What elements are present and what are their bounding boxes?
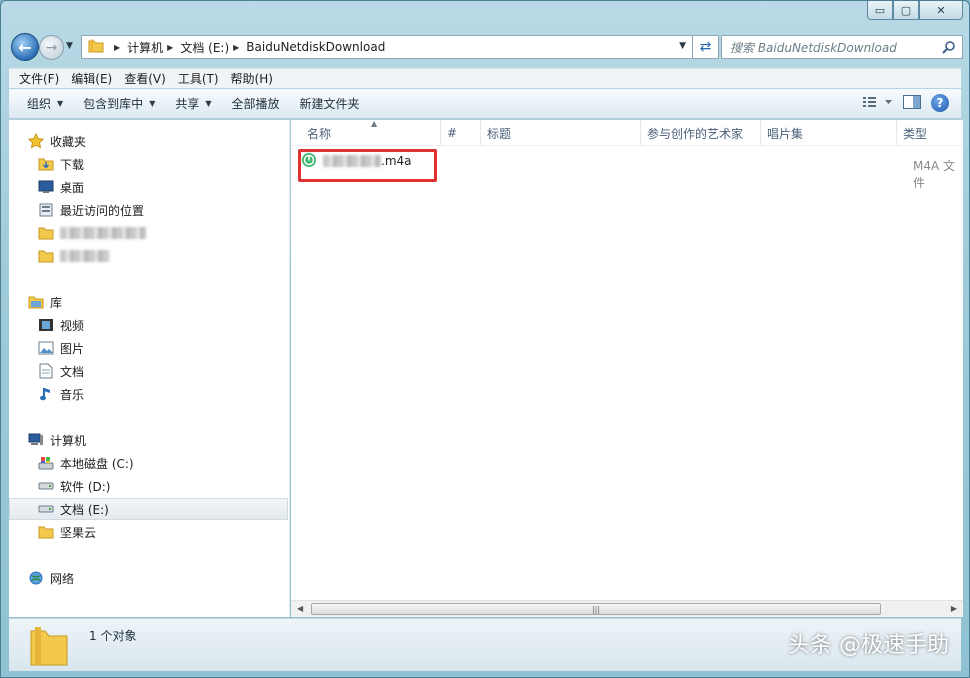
menu-file[interactable]: 文件(F) xyxy=(13,70,65,87)
sidebar-libraries[interactable]: 库 xyxy=(27,291,306,313)
column-name[interactable]: 名称 xyxy=(291,120,441,146)
address-dropdown-icon[interactable]: ▼ xyxy=(679,41,686,51)
file-type-cell: M4A 文件 xyxy=(913,159,956,190)
breadcrumb-item[interactable]: BaiduNetdiskDownload xyxy=(246,40,385,54)
view-options-icon[interactable] xyxy=(863,96,893,111)
include-library-button[interactable]: 包含到库中 ▼ xyxy=(75,95,167,112)
menu-help[interactable]: 帮助(H) xyxy=(225,70,279,87)
breadcrumb-item[interactable]: 计算机 ▶ xyxy=(127,39,180,56)
folder-icon xyxy=(37,524,55,540)
caption-buttons: ▭ ▢ ✕ xyxy=(867,1,963,21)
column-artist[interactable]: 参与创作的艺术家 xyxy=(641,120,761,146)
sidebar-item-videos[interactable]: 视频 xyxy=(37,314,316,336)
chevron-down-icon: ▼ xyxy=(149,99,156,108)
folder-large-icon xyxy=(29,625,69,670)
sidebar-item-drive-c[interactable]: 本地磁盘 (C:) xyxy=(37,452,316,474)
scroll-right-icon[interactable]: ▶ xyxy=(951,604,957,613)
sidebar-favorites[interactable]: 收藏夹 xyxy=(27,130,306,152)
recent-places-icon xyxy=(37,202,55,218)
minimize-button[interactable]: ▭ xyxy=(867,1,893,20)
breadcrumb-item[interactable]: 文档 (E:) ▶ xyxy=(180,39,246,56)
view-controls: ? xyxy=(863,94,949,112)
command-bar: 组织 ▼ 包含到库中 ▼ 共享 ▼ 全部播放 新建文件夹 ? xyxy=(9,89,961,119)
share-button[interactable]: 共享 ▼ xyxy=(167,95,223,112)
music-note-icon xyxy=(37,386,55,402)
sidebar-item-drive-e[interactable]: 文档 (E:) xyxy=(9,498,288,520)
refresh-button[interactable]: ⇄ xyxy=(693,35,719,59)
blurred-label xyxy=(60,250,110,262)
breadcrumb-separator-icon[interactable]: ▶ xyxy=(114,43,120,52)
computer-icon xyxy=(27,432,45,448)
menu-edit[interactable]: 编辑(E) xyxy=(65,70,118,87)
maximize-button[interactable]: ▢ xyxy=(893,1,919,20)
star-icon xyxy=(27,133,45,149)
address-bar[interactable]: ▶ 计算机 ▶ 文档 (E:) ▶ BaiduNetdiskDownload ▼ xyxy=(81,35,693,59)
column-title[interactable]: 标题 xyxy=(481,120,641,146)
blurred-label xyxy=(60,227,146,239)
column-headers: 名称 # 标题 参与创作的艺术家 唱片集 类型 xyxy=(291,120,963,146)
sidebar-item-blurred-folder[interactable] xyxy=(37,245,316,267)
document-icon xyxy=(37,363,55,379)
organize-button[interactable]: 组织 ▼ xyxy=(19,95,75,112)
navigation-pane: 收藏夹 下载 桌面 最近访问的位置 库 视频 图片 文档 音乐 计算机 本地磁盘… xyxy=(9,120,290,617)
sidebar-computer[interactable]: 计算机 xyxy=(27,429,306,451)
menu-tools[interactable]: 工具(T) xyxy=(172,70,225,87)
back-button[interactable]: ← xyxy=(11,33,39,61)
sidebar-item-music[interactable]: 音乐 xyxy=(37,383,316,405)
sidebar-item-jianguoyun[interactable]: 坚果云 xyxy=(37,521,316,543)
horizontal-scrollbar[interactable]: ◀ ||| ▶ xyxy=(291,600,963,617)
column-number[interactable]: # xyxy=(441,120,481,146)
new-folder-button[interactable]: 新建文件夹 xyxy=(292,95,372,112)
download-folder-icon xyxy=(37,156,55,172)
recent-pages-dropdown[interactable]: ▼ xyxy=(66,41,73,51)
network-icon xyxy=(27,570,45,586)
chevron-down-icon: ▼ xyxy=(57,99,64,108)
desktop-icon xyxy=(37,179,55,195)
sidebar-item-desktop[interactable]: 桌面 xyxy=(37,176,316,198)
film-icon xyxy=(37,317,55,333)
sidebar-item-pictures[interactable]: 图片 xyxy=(37,337,316,359)
help-icon[interactable]: ? xyxy=(931,94,949,112)
refresh-icon: ⇄ xyxy=(699,39,712,55)
system-drive-icon xyxy=(37,455,55,471)
search-placeholder: 搜索 BaiduNetdiskDownload xyxy=(730,40,897,55)
preview-pane-icon[interactable] xyxy=(903,94,921,112)
explorer-window: ▭ ▢ ✕ ← → ▼ ▶ 计算机 ▶ 文档 (E:) ▶ BaiduNetdisk… xyxy=(0,0,970,678)
sidebar-item-downloads[interactable]: 下载 xyxy=(37,153,316,175)
item-count: 1 个对象 xyxy=(89,629,137,643)
highlight-annotation xyxy=(298,149,437,182)
chevron-down-icon: ▼ xyxy=(205,99,212,108)
watermark: 头条 @极速手助 xyxy=(788,633,949,658)
forward-button[interactable]: → xyxy=(39,35,64,60)
sort-ascending-icon: ▲ xyxy=(371,119,378,128)
folder-icon xyxy=(88,39,104,56)
scroll-left-icon[interactable]: ◀ xyxy=(297,604,303,613)
folder-icon xyxy=(37,248,55,264)
search-icon xyxy=(942,40,956,57)
library-icon xyxy=(27,294,45,310)
play-all-button[interactable]: 全部播放 xyxy=(224,95,292,112)
file-list-pane: 名称 # 标题 参与创作的艺术家 唱片集 类型 ▲ .m4a M4A 文件 ◀ … xyxy=(291,119,963,617)
sidebar-item-recent-places[interactable]: 最近访问的位置 xyxy=(37,199,316,221)
drive-icon xyxy=(37,478,55,494)
address-row: ← → ▼ ▶ 计算机 ▶ 文档 (E:) ▶ BaiduNetdiskDownlo… xyxy=(9,31,963,63)
search-input[interactable]: 搜索 BaiduNetdiskDownload xyxy=(721,35,963,59)
arrow-left-icon: ← xyxy=(18,37,32,57)
column-type[interactable]: 类型 xyxy=(897,120,963,146)
menu-bar: 文件(F) 编辑(E) 查看(V) 工具(T) 帮助(H) xyxy=(9,68,961,88)
column-album[interactable]: 唱片集 xyxy=(761,120,897,146)
sidebar-item-blurred-folder[interactable] xyxy=(37,222,316,244)
arrow-right-icon: → xyxy=(45,39,58,56)
folder-icon xyxy=(37,225,55,241)
sidebar-item-documents[interactable]: 文档 xyxy=(37,360,316,382)
close-button[interactable]: ✕ xyxy=(919,1,963,20)
menu-view[interactable]: 查看(V) xyxy=(118,70,172,87)
drive-icon xyxy=(37,501,55,517)
sidebar-item-drive-d[interactable]: 软件 (D:) xyxy=(37,475,316,497)
scrollbar-thumb[interactable]: ||| xyxy=(311,603,881,615)
picture-icon xyxy=(37,340,55,356)
sidebar-network[interactable]: 网络 xyxy=(27,567,306,589)
